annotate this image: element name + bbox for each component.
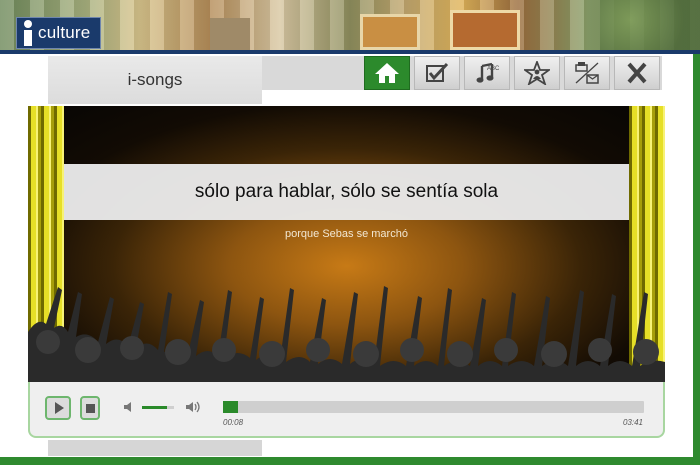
printer-envelope-icon [575, 62, 599, 84]
checkbox-icon [426, 62, 449, 82]
close-button[interactable] [614, 56, 660, 90]
music-lyrics-button[interactable]: ABC [464, 56, 510, 90]
favorite-button[interactable] [514, 56, 560, 90]
volume-slider[interactable] [142, 406, 174, 409]
page-title: i-songs [48, 56, 262, 104]
volume-low-icon[interactable] [123, 401, 135, 413]
header-banner-photo [0, 0, 700, 50]
progress-bar[interactable] [223, 401, 644, 413]
next-lyric-line: porque Sebas se marchó [285, 228, 408, 240]
bottom-tab-strip [48, 440, 262, 456]
header-divider [0, 50, 700, 54]
current-lyric-line: sólo para hablar, sólo se sentía sola [64, 164, 629, 220]
player-controls: 00:08 03:41 [28, 382, 665, 438]
crowd-silhouette [28, 286, 665, 382]
current-time: 00:08 [223, 418, 244, 427]
volume-high-icon[interactable] [185, 400, 201, 414]
progress-fill [223, 401, 239, 413]
volume-level [142, 406, 167, 409]
home-icon [375, 63, 399, 83]
bottom-frame-border [0, 457, 700, 465]
play-icon [54, 402, 64, 414]
video-stage[interactable]: sólo para hablar, sólo se sentía sola po… [28, 106, 665, 382]
stop-icon [85, 403, 95, 413]
logo-i-mark [20, 19, 36, 47]
iculture-logo[interactable]: culture [16, 17, 101, 49]
total-time: 03:41 [622, 418, 643, 427]
stop-button[interactable] [80, 396, 100, 420]
svg-text:ABC: ABC [487, 66, 500, 72]
star-person-icon [524, 61, 550, 85]
music-abc-icon: ABC [476, 62, 500, 83]
checklist-button[interactable] [414, 56, 460, 90]
print-email-button[interactable] [564, 56, 610, 90]
logo-text: culture [38, 23, 91, 42]
play-button[interactable] [45, 396, 71, 420]
home-button[interactable] [364, 56, 410, 90]
right-frame-border [693, 54, 700, 458]
close-icon [627, 62, 647, 84]
